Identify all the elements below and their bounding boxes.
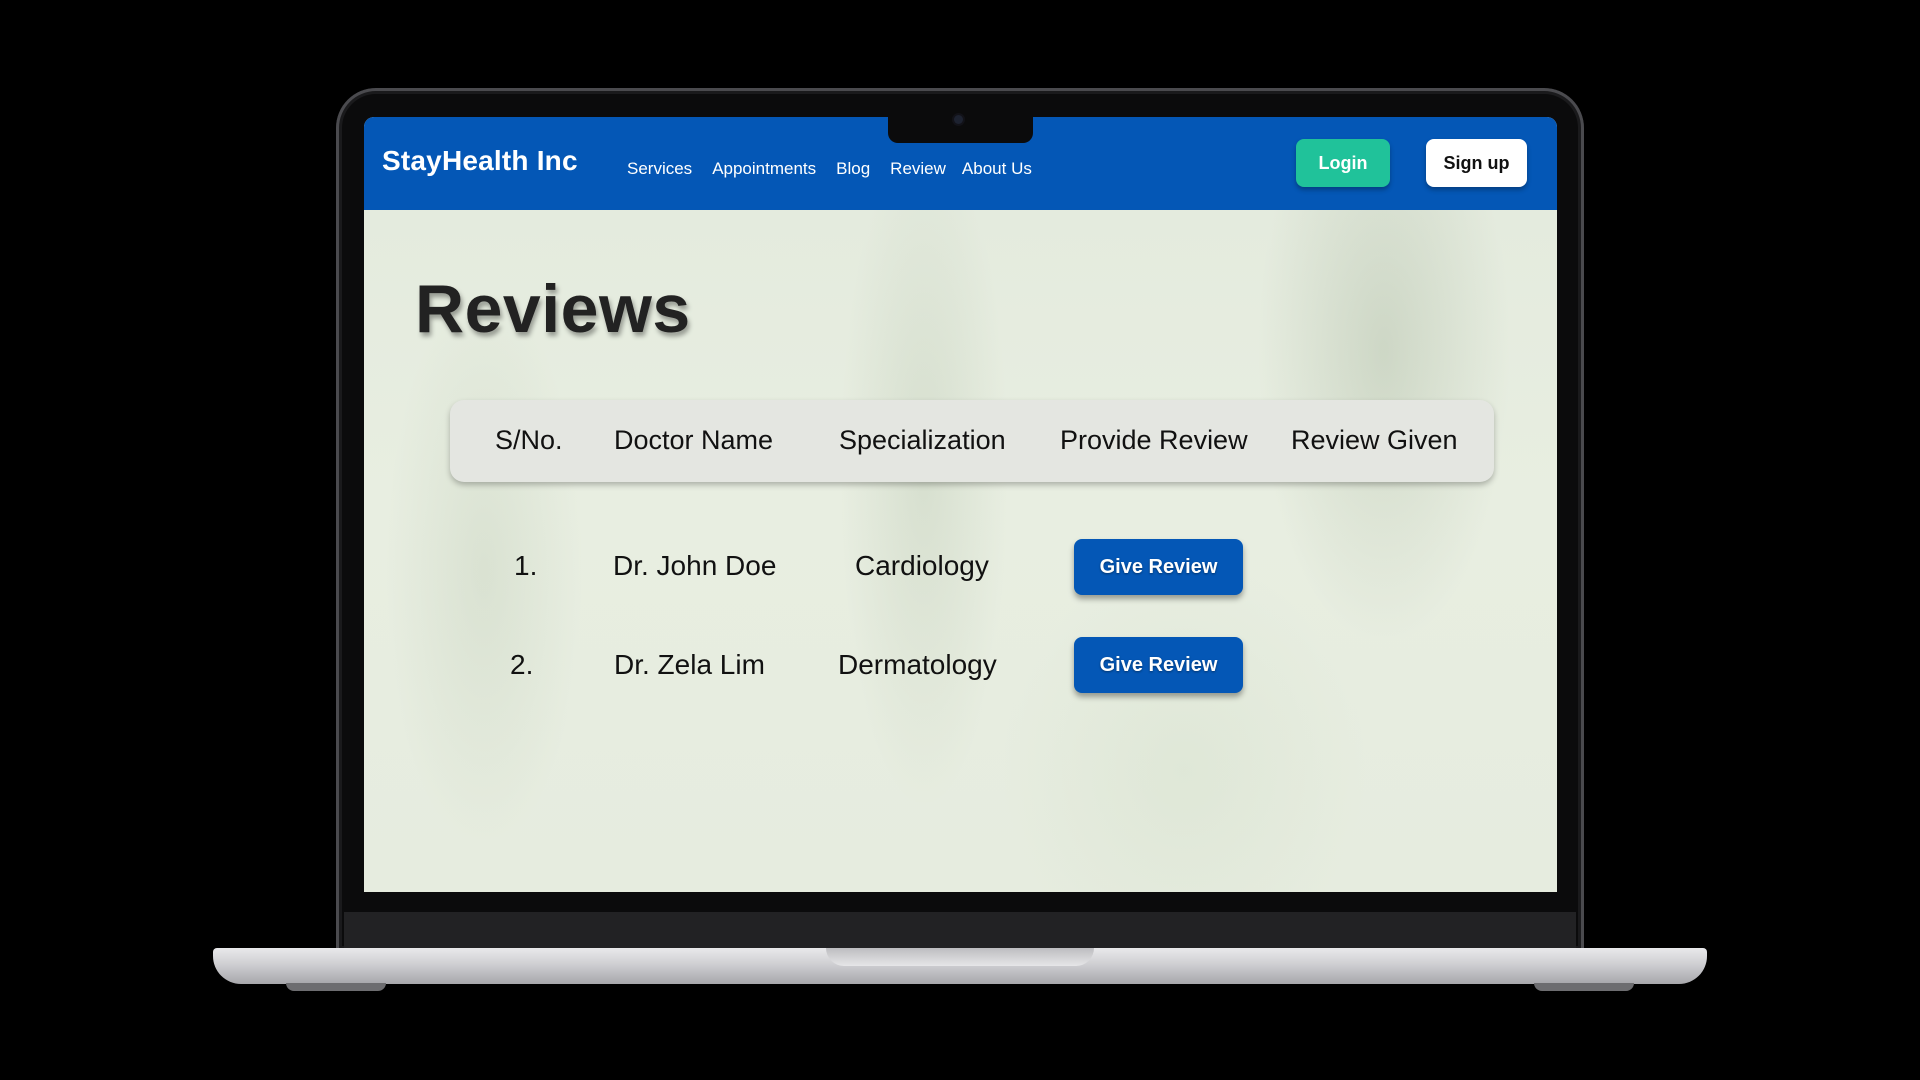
- device-mockup: StayHealth Inc Services Appointments Blo…: [0, 0, 1920, 1080]
- nav-link-services[interactable]: Services: [627, 159, 692, 179]
- signup-button[interactable]: Sign up: [1426, 139, 1527, 187]
- brand-logo-text[interactable]: StayHealth Inc: [382, 145, 578, 177]
- nav-link-about-us[interactable]: About Us: [962, 159, 1032, 179]
- nav-link-review[interactable]: Review: [890, 159, 946, 179]
- app-screen: StayHealth Inc Services Appointments Blo…: [364, 117, 1557, 892]
- row-doctor-name: Dr. Zela Lim: [614, 649, 765, 680]
- page-title: Reviews: [415, 271, 691, 347]
- row-sno: 1.: [514, 550, 538, 581]
- column-header-doctor-name: Doctor Name: [614, 425, 774, 455]
- nav-link-appointments[interactable]: Appointments: [712, 159, 816, 179]
- column-header-review-given: Review Given: [1291, 425, 1458, 455]
- laptop-foot-left: [286, 983, 386, 991]
- column-header-sno: S/No.: [495, 425, 563, 455]
- row-sno: 2.: [510, 649, 534, 680]
- laptop-bezel: [344, 912, 1576, 952]
- give-review-button[interactable]: Give Review: [1074, 539, 1243, 595]
- row-specialization: Cardiology: [855, 550, 989, 581]
- give-review-button[interactable]: Give Review: [1074, 637, 1243, 693]
- row-doctor-name: Dr. John Doe: [613, 550, 777, 581]
- nav-link-blog[interactable]: Blog: [836, 159, 870, 179]
- camera-icon: [954, 115, 963, 124]
- table-header: S/No. Doctor Name Specialization Provide…: [450, 400, 1494, 482]
- laptop-foot-right: [1534, 983, 1634, 991]
- column-header-provide-review: Provide Review: [1060, 425, 1248, 455]
- column-header-specialization: Specialization: [839, 425, 1006, 455]
- laptop-opening-notch: [826, 948, 1094, 966]
- row-specialization: Dermatology: [838, 649, 997, 680]
- nav-links: Services Appointments Blog Review About …: [627, 159, 1052, 179]
- login-button[interactable]: Login: [1296, 139, 1390, 187]
